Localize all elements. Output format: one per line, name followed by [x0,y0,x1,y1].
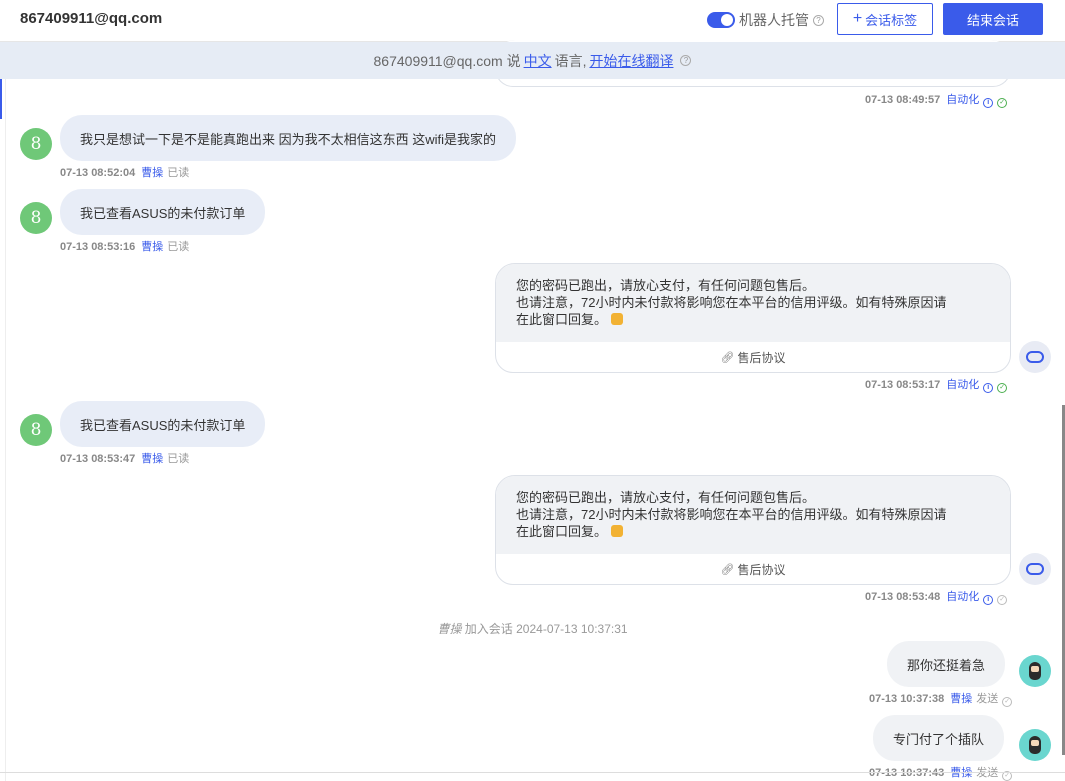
plus-icon: + [852,10,863,27]
translate-help-icon[interactable]: ? [680,55,692,66]
message-time: 07-13 10:37:43 [869,767,945,779]
message-meta: 07-13 10:37:38 曹操 发送 ✓ [869,690,1013,707]
banner-prefix: 867409911@qq.com 说 [373,52,521,69]
auto-label: 自动化 [946,94,980,106]
active-indicator [0,79,2,119]
agent-name[interactable]: 曹操 [950,767,972,779]
auto-label: 自动化 [946,379,980,391]
message-meta: 07-13 08:49:57 自动化 i ✓ [865,91,1008,108]
toggle-knob [721,14,733,26]
card-line: 在此窗口回复。 [516,523,990,540]
message-time: 07-13 08:49:57 [865,94,941,106]
card-line-text: 在此窗口回复。 [516,312,608,327]
card-line-text: 在此窗口回复。 [516,524,608,539]
auto-label: 自动化 [946,591,980,603]
emoji-icon [610,313,623,325]
card-line: 也请注意，72小时内未付款将影响您在本平台的信用评级。如有特殊原因请 [516,507,947,522]
customer-message: 我已查看ASUS的未付款订单 [60,189,266,235]
card-line: 您的密码已跑出，请放心支付，有任何问题包售后。 [516,278,816,293]
message-meta: 07-13 08:53:48 自动化 i ✓ [865,588,1008,605]
agent-name[interactable]: 曹操 [950,693,972,705]
message-time: 07-13 08:53:16 [60,241,136,253]
agent-avatar [1019,655,1051,687]
check-icon: ✓ [1002,697,1013,707]
message-meta: 07-13 08:53:16 曹操 已读 [60,238,189,254]
system-text: 加入会话 2024-07-13 10:37:31 [464,622,628,636]
bot-avatar [1019,553,1051,585]
bot-avatar [1019,341,1051,373]
message-time: 07-13 08:53:17 [865,379,941,391]
start-translate-link[interactable]: 开始在线翻译 [589,51,673,71]
bot-reply-card: 您的密码已跑出，请放心支付，有任何问题包售后。 也请注意，72小时内未付款将影响… [495,475,1011,585]
message-time: 07-13 08:52:04 [60,167,136,179]
message-time: 07-13 08:53:47 [60,453,136,465]
read-status: 已读 [167,167,190,179]
agent-message: 专门付了个插队 [873,715,1005,761]
system-message: 曹操 加入会话 2024-07-13 10:37:31 [0,620,1065,637]
agent-name[interactable]: 曹操 [141,453,163,465]
agent-name[interactable]: 曹操 [141,167,163,179]
read-status: 已读 [167,241,190,253]
session-tag-button[interactable]: + 会话标签 [837,3,933,35]
card-body: 您的密码已跑出，请放心支付，有任何问题包售后。 也请注意，72小时内未付款将影响… [496,476,1010,554]
message-meta: 07-13 08:53:17 自动化 i ✓ [865,376,1008,393]
message-meta: 07-13 08:52:04 曹操 已读 [60,164,189,180]
message-time: 07-13 10:37:38 [869,693,945,705]
agent-avatar [1019,729,1051,761]
composer-divider [0,772,1065,773]
robot-toggle[interactable] [707,12,735,28]
emoji-icon [610,525,623,537]
card-line: 您的密码已跑出，请放心支付，有任何问题包售后。 [516,490,816,505]
avatar: 8 [20,414,52,446]
message-meta: 07-13 08:53:47 曹操 已读 [60,450,189,466]
sent-status: 发送 [976,693,999,705]
agent-message: 那你还挺着急 [887,641,1006,687]
bot-icon [1026,563,1044,575]
session-tag-label: 会话标签 [865,12,918,28]
banner-mid: 语言, [554,52,587,69]
language-link[interactable]: 中文 [524,51,552,71]
avatar: 8 [20,202,52,234]
card-line: 也请注意，72小时内未付款将影响您在本平台的信用评级。如有特殊原因请 [516,295,947,310]
robot-toggle-group[interactable]: 机器人托管 ? [707,10,824,30]
customer-message: 我已查看ASUS的未付款订单 [60,401,266,447]
help-icon[interactable]: ? [813,14,824,26]
info-icon[interactable]: i [983,383,994,393]
after-sales-label: 售后协议 [737,350,786,365]
left-divider [5,0,6,781]
avatar-face [1031,740,1039,746]
card-line: 在此窗口回复。 [516,311,990,328]
read-status: 已读 [167,453,190,465]
avatar: 8 [20,128,52,160]
system-agent-name: 曹操 [437,622,462,636]
after-sales-link[interactable]: 🔗︎ 售后协议 [496,554,1010,584]
message-time: 07-13 08:53:48 [865,591,941,603]
bot-icon [1026,351,1044,363]
agent-name[interactable]: 曹操 [141,241,163,253]
bot-reply-card: 您的密码已跑出，请放心支付，有任何问题包售后。 也请注意，72小时内未付款将影响… [495,263,1011,373]
info-icon[interactable]: i [983,595,994,605]
check-icon: ✓ [997,98,1008,108]
link-icon: 🔗︎ [720,563,735,576]
info-icon[interactable]: i [983,98,994,108]
contact-title: 867409911@qq.com [20,10,163,27]
card-body: 您的密码已跑出，请放心支付，有任何问题包售后。 也请注意，72小时内未付款将影响… [496,264,1010,342]
check-icon: ✓ [997,595,1008,605]
robot-toggle-label: 机器人托管 [739,12,809,28]
end-session-button[interactable]: 结束会话 [943,3,1043,35]
after-sales-label: 售后协议 [737,562,786,577]
check-icon: ✓ [997,383,1008,393]
customer-message: 我只是想试一下是不是能真跑出来 因为我不太相信这东西 这wifi是我家的 [60,115,517,161]
after-sales-link[interactable]: 🔗︎ 售后协议 [496,342,1010,372]
link-icon: 🔗︎ [720,351,735,364]
avatar-face [1031,666,1039,672]
chat-header: 867409911@qq.com 机器人托管 ? + 会话标签 结束会话 [0,0,1065,42]
sent-status: 发送 [976,767,999,779]
translation-banner: 867409911@qq.com 说 中文 语言, 开始在线翻译 ? [0,42,1065,79]
